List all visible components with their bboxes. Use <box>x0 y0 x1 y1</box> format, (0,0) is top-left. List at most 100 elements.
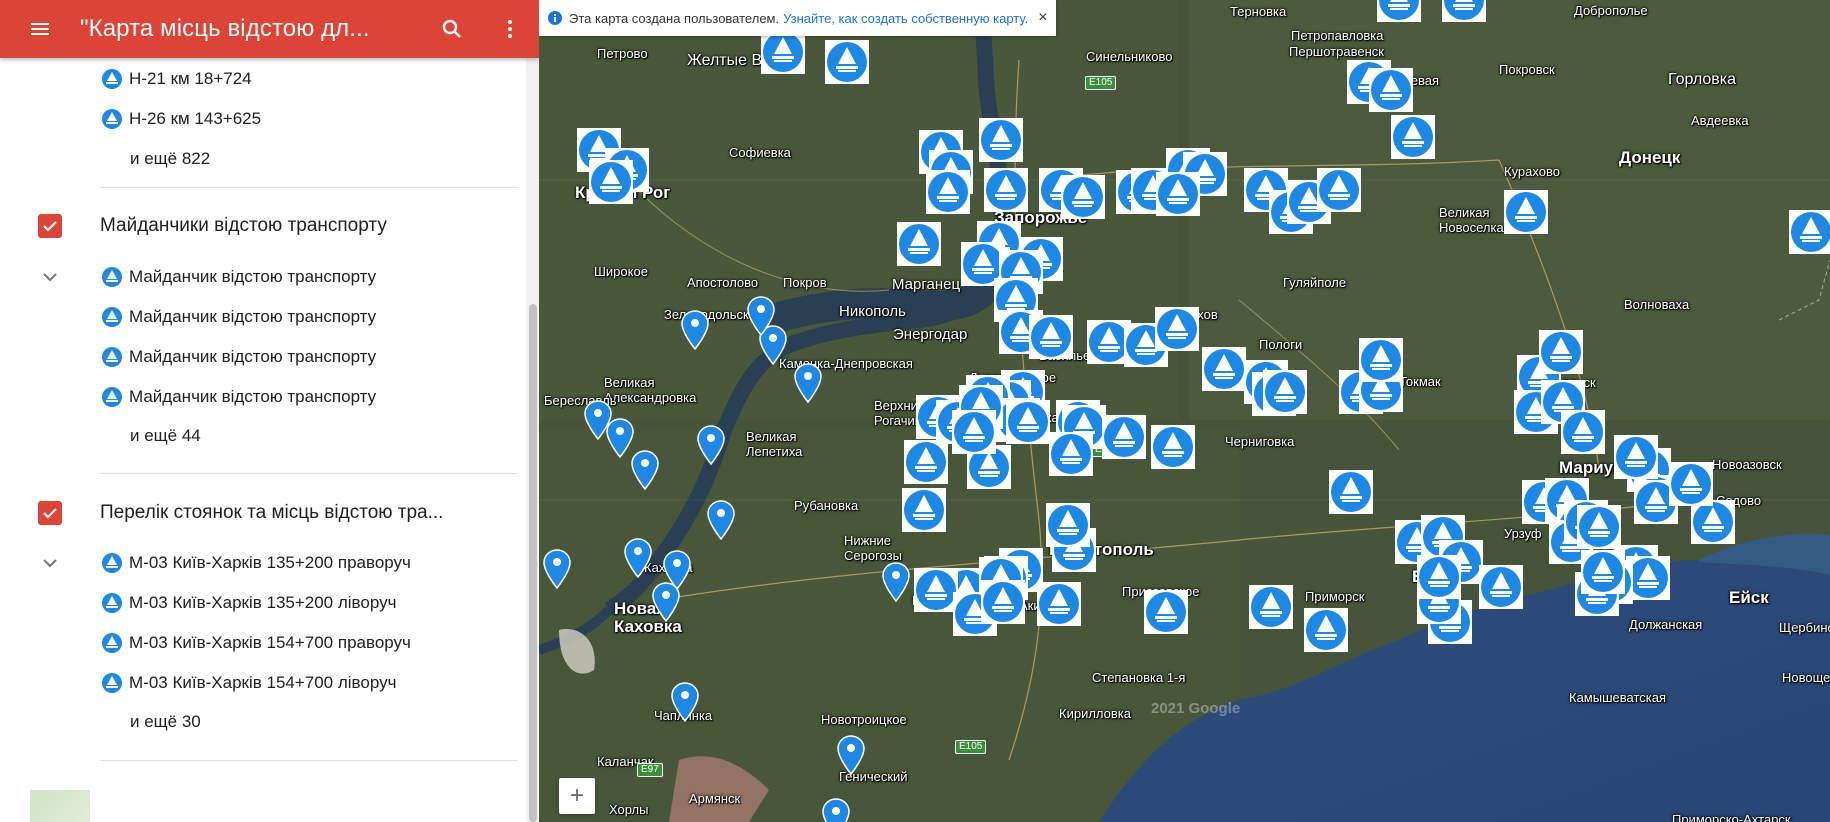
parking-marker[interactable] <box>1317 168 1361 212</box>
parking-marker[interactable] <box>981 580 1025 624</box>
parking-marker[interactable] <box>1581 550 1625 594</box>
parking-marker[interactable] <box>1614 435 1658 479</box>
parking-marker[interactable] <box>589 160 633 204</box>
parking-marker-icon <box>1614 435 1658 479</box>
create-map-link[interactable]: Узнайте, как создать собственную карту. <box>783 11 1028 26</box>
parking-marker[interactable] <box>1061 175 1105 219</box>
parking-marker[interactable] <box>897 222 941 266</box>
parking-marker[interactable] <box>979 118 1023 162</box>
parking-marker-icon <box>1061 175 1105 219</box>
layer-checkbox[interactable] <box>38 214 62 238</box>
parking-marker[interactable] <box>1049 432 1093 476</box>
parking-marker[interactable] <box>1479 565 1523 609</box>
parking-marker[interactable] <box>904 440 948 484</box>
layer-checkbox[interactable] <box>38 501 62 525</box>
list-item-label: М-03 Київ-Харків 135+200 ліворуч <box>129 593 397 612</box>
close-icon[interactable]: × <box>1038 9 1047 27</box>
parking-marker[interactable] <box>1006 400 1050 444</box>
parking-marker[interactable] <box>952 410 996 454</box>
parking-marker[interactable] <box>1369 68 1413 112</box>
parking-marker[interactable] <box>984 168 1028 212</box>
parking-marker[interactable] <box>1669 462 1713 506</box>
location-pin[interactable] <box>882 562 910 603</box>
map-pin-icon <box>624 538 652 579</box>
location-pin[interactable] <box>837 735 865 776</box>
list-item[interactable]: М-03 Київ-Харків 135+200 праворуч <box>0 543 526 583</box>
list-item[interactable]: М-03 Київ-Харків 154+700 праворуч <box>0 623 526 663</box>
collapse-button[interactable] <box>38 551 62 575</box>
parking-marker-icon <box>1029 315 1073 359</box>
location-pin[interactable] <box>747 296 775 337</box>
parking-marker-icon <box>102 387 122 407</box>
location-pin[interactable] <box>652 582 680 623</box>
parking-marker[interactable] <box>1417 555 1461 599</box>
header-bar: "Карта місць відстою дл... <box>0 0 539 58</box>
parking-marker[interactable] <box>1029 315 1073 359</box>
location-pin[interactable] <box>624 538 652 579</box>
more-count: и ещё 44 <box>130 426 201 445</box>
parking-marker[interactable] <box>1504 190 1548 234</box>
parking-marker[interactable] <box>1304 608 1348 652</box>
parking-marker[interactable] <box>902 488 946 532</box>
location-pin[interactable] <box>681 310 709 351</box>
parking-marker[interactable] <box>1359 338 1403 382</box>
parking-marker[interactable] <box>825 40 869 84</box>
scrollbar[interactable] <box>526 58 539 822</box>
list-item[interactable]: Н-26 км 143+625 <box>0 99 526 139</box>
parking-marker[interactable] <box>1329 470 1373 514</box>
parking-marker[interactable] <box>1155 307 1199 351</box>
map-title[interactable]: "Карта місць відстою дл... <box>80 15 423 43</box>
parking-marker[interactable] <box>1263 370 1307 414</box>
list-item[interactable]: М-03 Київ-Харків 135+200 ліворуч <box>0 583 526 623</box>
zoom-in-button[interactable]: + <box>559 778 595 814</box>
list-item[interactable]: Н-21 км 18+724 <box>0 59 526 99</box>
parking-marker[interactable] <box>1046 503 1090 547</box>
list-item[interactable]: Майданчик відстою транспорту <box>0 377 526 417</box>
basemap-thumbnail[interactable] <box>30 790 90 822</box>
location-pin[interactable] <box>822 798 850 822</box>
search-button[interactable] <box>423 0 481 58</box>
parking-marker[interactable] <box>1577 505 1621 549</box>
parking-marker[interactable] <box>1156 172 1200 216</box>
map-pin-icon <box>697 425 725 466</box>
location-pin[interactable] <box>794 363 822 404</box>
parking-marker-icon <box>1504 190 1548 234</box>
parking-marker[interactable] <box>1391 115 1435 159</box>
parking-marker[interactable] <box>1151 425 1195 469</box>
location-pin[interactable] <box>584 400 612 441</box>
show-more-link[interactable]: и ещё 44 <box>0 416 526 456</box>
parking-marker[interactable] <box>1691 500 1735 544</box>
parking-marker[interactable] <box>1539 330 1583 374</box>
map-pin-icon <box>837 735 865 776</box>
parking-marker[interactable] <box>1144 590 1188 634</box>
location-pin[interactable] <box>707 500 735 541</box>
list-item[interactable]: Майданчик відстою транспорту <box>0 337 526 377</box>
show-more-link[interactable]: и ещё 822 <box>0 139 526 179</box>
parking-marker[interactable] <box>1561 410 1605 454</box>
parking-marker[interactable] <box>1102 415 1146 459</box>
more-options-button[interactable] <box>481 0 539 58</box>
list-item[interactable]: Майданчик відстою транспорту <box>0 257 526 297</box>
location-pin[interactable] <box>697 425 725 466</box>
layer-title[interactable]: Майданчики відстою транспорту <box>100 215 387 237</box>
list-item[interactable]: Майданчик відстою транспорту <box>0 297 526 337</box>
scrollbar-thumb[interactable] <box>529 304 537 822</box>
collapse-button[interactable] <box>38 265 62 289</box>
parking-marker[interactable] <box>1789 210 1830 254</box>
layer-title[interactable]: Перелік стоянок та місць відстою тра... <box>100 502 443 524</box>
map-canvas[interactable]: Терновка Доброполье Петрово Желтые Воды … <box>539 0 1830 822</box>
show-more-link[interactable]: и ещё 30 <box>0 702 526 742</box>
parking-marker[interactable] <box>1202 347 1246 391</box>
parking-marker[interactable] <box>1037 582 1081 626</box>
location-pin[interactable] <box>671 682 699 723</box>
location-pin[interactable] <box>543 549 571 590</box>
parking-marker[interactable] <box>914 568 958 612</box>
menu-button[interactable] <box>0 0 80 58</box>
parking-marker[interactable] <box>761 30 805 74</box>
parking-marker[interactable] <box>926 170 970 214</box>
parking-marker[interactable] <box>1377 0 1421 22</box>
list-item[interactable]: М-03 Київ-Харків 154+700 ліворуч <box>0 663 526 703</box>
parking-marker[interactable] <box>1249 585 1293 629</box>
location-pin[interactable] <box>631 450 659 491</box>
parking-marker[interactable] <box>1442 0 1486 22</box>
